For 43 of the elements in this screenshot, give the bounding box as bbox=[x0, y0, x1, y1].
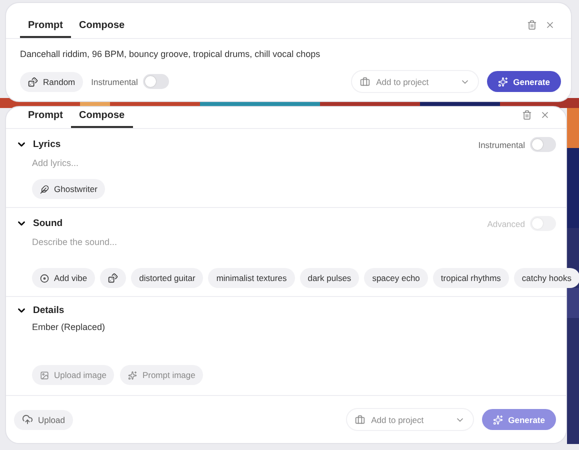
sparkle-icon bbox=[493, 414, 504, 424]
briefcase-icon bbox=[360, 76, 370, 86]
dice-icon bbox=[108, 273, 118, 283]
add-vibe-button[interactable]: Add vibe bbox=[32, 268, 96, 288]
cloud-upload-icon bbox=[22, 414, 33, 425]
tag-chip[interactable]: tropical rhythms bbox=[432, 268, 509, 288]
tag-chip[interactable]: spacey echo bbox=[364, 268, 428, 288]
toggle-switch[interactable] bbox=[530, 137, 556, 152]
tab[interactable]: Prompt bbox=[20, 20, 71, 38]
image-icon bbox=[40, 370, 49, 380]
toggle-label: Advanced bbox=[487, 218, 525, 228]
project-select[interactable]: Add to project bbox=[351, 70, 480, 93]
trash-icon[interactable] bbox=[522, 110, 532, 120]
tag-chip[interactable]: minimalist textures bbox=[208, 268, 295, 288]
disc-icon bbox=[40, 274, 49, 282]
close-icon[interactable] bbox=[545, 20, 555, 30]
briefcase-icon bbox=[355, 414, 366, 424]
section-title: Lyrics bbox=[33, 139, 61, 150]
dice-button[interactable] bbox=[100, 268, 126, 288]
section-title: Details bbox=[33, 305, 64, 316]
feather-icon bbox=[40, 184, 49, 194]
text-field[interactable]: Ember (Replaced) bbox=[16, 316, 556, 332]
trash-icon[interactable] bbox=[527, 20, 537, 30]
tag-chip[interactable]: catchy hooks bbox=[514, 268, 579, 288]
sparkle-icon bbox=[128, 370, 138, 380]
tag-chip[interactable]: distorted guitar bbox=[131, 268, 204, 288]
tab[interactable]: Compose bbox=[71, 20, 133, 38]
generate-button[interactable]: Generate bbox=[487, 71, 561, 92]
tab[interactable]: Prompt bbox=[20, 110, 71, 128]
ghostwriter-button[interactable]: Ghostwriter bbox=[32, 179, 106, 199]
tag-chip[interactable]: dark pulses bbox=[300, 268, 360, 288]
toggle-switch[interactable] bbox=[142, 74, 169, 89]
upload-button[interactable]: Upload bbox=[14, 410, 73, 430]
close-icon[interactable] bbox=[540, 110, 550, 120]
random-button[interactable]: Random bbox=[20, 72, 84, 92]
dice-icon bbox=[28, 76, 38, 86]
toggle-label: Instrumental bbox=[478, 140, 525, 150]
section-title: Sound bbox=[33, 218, 63, 229]
tab[interactable]: Compose bbox=[71, 110, 133, 128]
sparkle-icon bbox=[498, 76, 508, 86]
project-select[interactable]: Add to project bbox=[346, 408, 474, 431]
prompt-text[interactable]: Dancehall riddim, 96 BPM, bouncy groove, tropical drums, chill vocal chops bbox=[6, 39, 571, 59]
toggle-label: Instrumental bbox=[91, 76, 138, 86]
